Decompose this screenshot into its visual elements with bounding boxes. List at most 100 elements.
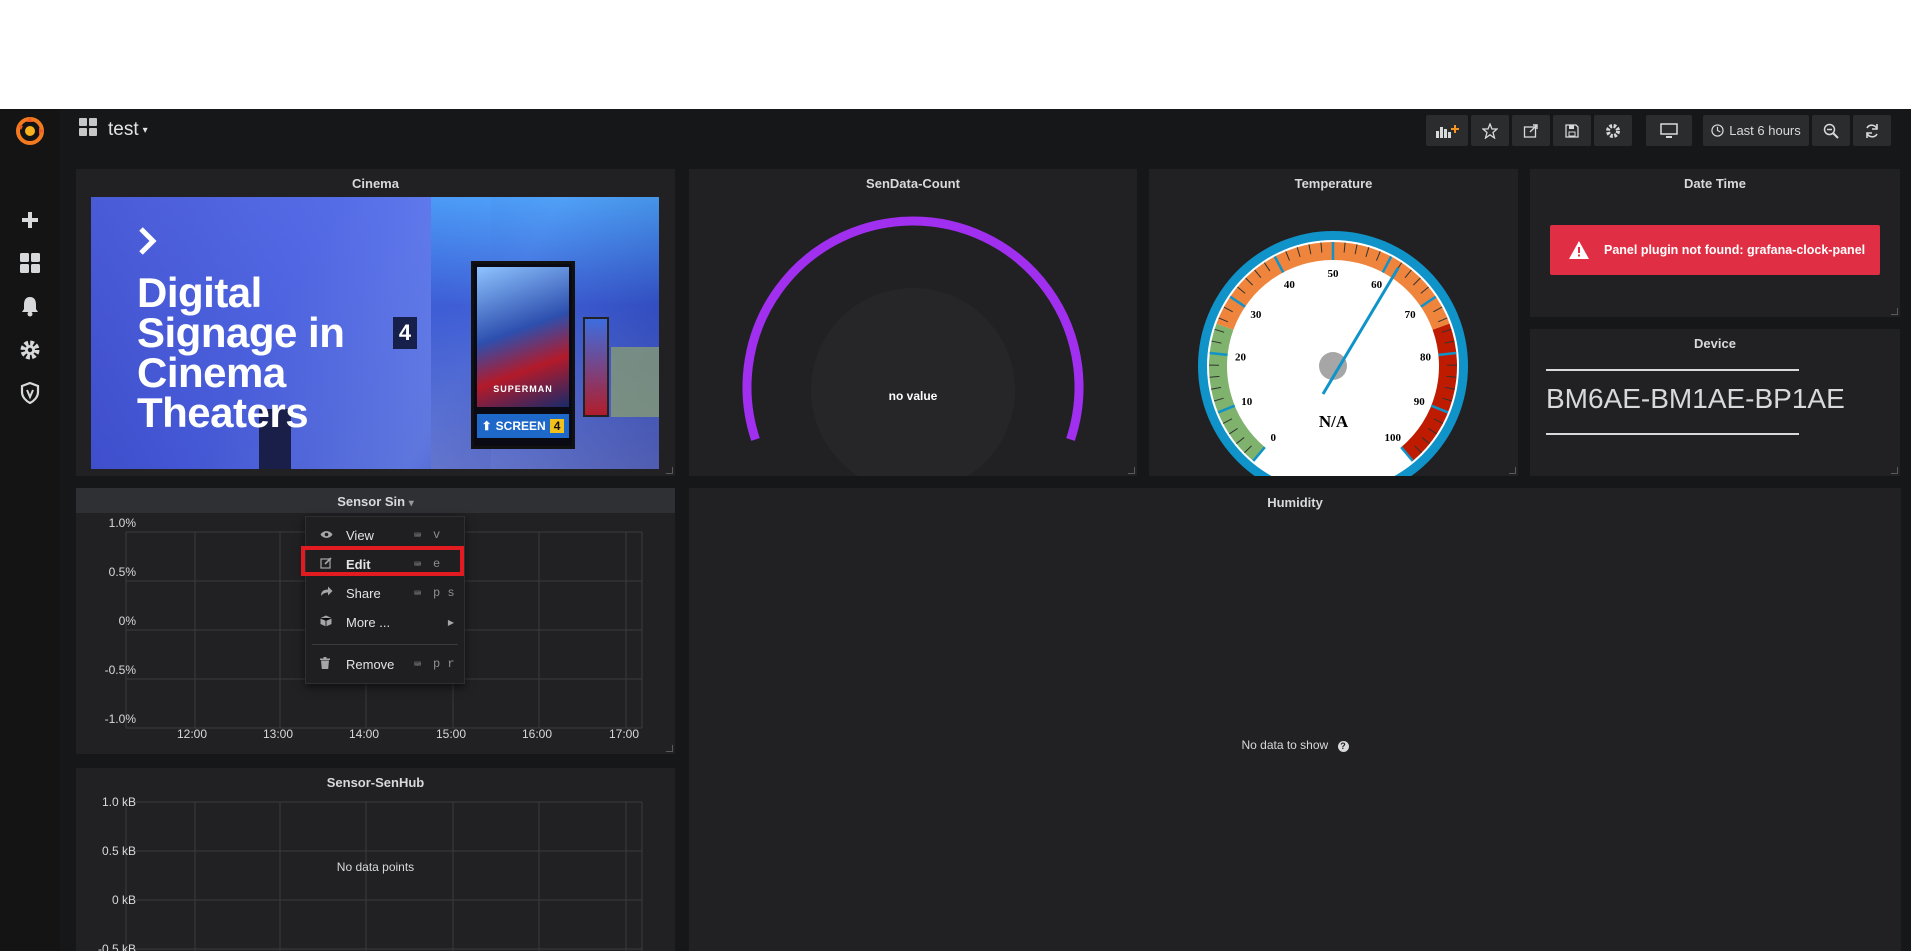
panel-sendata-count[interactable]: SenData-Count no value xyxy=(689,169,1137,476)
menu-item-share[interactable]: Share ⌨ p s xyxy=(306,580,464,606)
poster-title: SUPERMAN xyxy=(493,384,553,394)
resize-handle[interactable] xyxy=(666,745,673,752)
panel-context-menu: View ⌨ v Edit ⌨ e Share ⌨ p s More ... ▶ xyxy=(305,516,465,684)
dashboard-picker[interactable]: test ▾ xyxy=(78,117,148,143)
keyboard-icon: ⌨ xyxy=(414,657,422,672)
dashboards-icon[interactable] xyxy=(15,248,45,278)
y-tick: -1.0% xyxy=(104,712,136,726)
edit-highlight-box xyxy=(301,546,464,576)
settings-button[interactable] xyxy=(1594,115,1632,146)
panel-title[interactable]: Date Time xyxy=(1530,176,1900,191)
dial-label: 90 xyxy=(1414,396,1426,408)
monitor-icon xyxy=(1660,122,1678,138)
empty-state-text: No data to show xyxy=(1241,738,1329,752)
gauge-value: no value xyxy=(888,389,938,403)
gear-icon xyxy=(1606,123,1620,138)
dial-label: 80 xyxy=(1420,351,1432,363)
gauge xyxy=(742,216,1084,476)
panel-title[interactable]: Device xyxy=(1530,336,1900,351)
x-tick: 14:00 xyxy=(349,727,380,741)
zoom-out-icon xyxy=(1823,123,1839,139)
dial-label: 30 xyxy=(1250,309,1262,321)
keyboard-icon: ⌨ xyxy=(414,586,422,601)
y-tick: -0.5% xyxy=(104,663,136,677)
dial-label: 0 xyxy=(1270,432,1276,444)
star-icon xyxy=(1482,122,1498,139)
dial-label: 10 xyxy=(1241,396,1253,408)
refresh-icon xyxy=(1866,123,1878,138)
panel-title[interactable]: Cinema xyxy=(76,176,675,191)
submenu-arrow-icon: ▶ xyxy=(447,617,454,627)
y-tick: 0 kB xyxy=(111,893,136,907)
share-icon xyxy=(1523,123,1538,138)
y-tick: -0.5 kB xyxy=(97,942,136,951)
plus-icon[interactable] xyxy=(15,205,45,235)
y-tick: 1.0 kB xyxy=(101,795,136,809)
eye-icon xyxy=(320,528,333,542)
panel-humidity[interactable]: Humidity No data to show ? xyxy=(689,488,1901,951)
bell-icon[interactable] xyxy=(15,291,45,321)
warning-icon xyxy=(1569,241,1589,259)
panel-temperature[interactable]: Temperature 0 10 20 30 40 50 60 70 80 90 100 N/A xyxy=(1149,169,1518,476)
menu-item-remove[interactable]: Remove ⌨ p r xyxy=(306,651,464,677)
dashboard-title: test xyxy=(108,119,139,140)
add-panel-button[interactable] xyxy=(1426,115,1468,146)
panel-title[interactable]: Humidity xyxy=(689,495,1901,510)
cinema-image: Digital Signage in Cinema Theaters 4 SUP… xyxy=(91,197,659,469)
panel-date-time[interactable]: Date Time Panel plugin not found: grafan… xyxy=(1530,169,1900,317)
divider xyxy=(1546,433,1799,435)
help-icon[interactable]: ? xyxy=(1337,741,1349,752)
add-panel-icon xyxy=(1436,124,1459,138)
resize-handle[interactable] xyxy=(1128,467,1135,474)
y-tick: 1.0% xyxy=(108,516,136,530)
plugin-error-text: Panel plugin not found: grafana-clock-pa… xyxy=(1604,243,1866,257)
keyboard-icon: ⌨ xyxy=(414,528,422,543)
menu-item-view[interactable]: View ⌨ v xyxy=(306,522,464,548)
menu-divider xyxy=(312,644,458,645)
grafana-logo-icon[interactable] xyxy=(12,113,48,149)
share-dashboard-button[interactable] xyxy=(1512,115,1550,146)
clock-icon xyxy=(1711,124,1724,137)
wall-number: 4 xyxy=(393,317,417,349)
grafana-app: test ▾ Last 6 hours Cinema Digital Signa… xyxy=(0,109,1911,951)
plugin-error-alert: Panel plugin not found: grafana-clock-pa… xyxy=(1550,225,1880,275)
resize-handle[interactable] xyxy=(1891,467,1898,474)
star-button[interactable] xyxy=(1471,115,1509,146)
resize-handle[interactable] xyxy=(666,467,673,474)
movie-poster: SUPERMAN ⬆ SCREEN 4 xyxy=(471,261,575,449)
empty-state: No data to show ? xyxy=(689,738,1901,752)
refresh-button[interactable] xyxy=(1853,115,1891,146)
y-tick: 0.5 kB xyxy=(101,844,136,858)
panel-cinema[interactable]: Cinema Digital Signage in Cinema Theater… xyxy=(76,169,675,476)
time-range-picker[interactable]: Last 6 hours xyxy=(1703,115,1809,146)
device-value: BM6AE-BM1AE-BP1AE xyxy=(1546,383,1845,414)
tv-mode-button[interactable] xyxy=(1646,115,1692,146)
panel-sensor-senhub[interactable]: Sensor-SenHub 1.0 kB 0.5 kB 0 kB -0.5 kB… xyxy=(76,768,675,951)
side-menu xyxy=(0,109,60,951)
empty-state-text: No data points xyxy=(336,860,415,874)
resize-handle[interactable] xyxy=(1509,467,1516,474)
x-tick: 15:00 xyxy=(436,727,467,741)
cube-icon xyxy=(320,615,332,630)
menu-item-more[interactable]: More ... ▶ xyxy=(306,609,464,635)
gear-icon[interactable] xyxy=(15,335,45,365)
y-tick: 0% xyxy=(118,614,136,628)
dial-label: 40 xyxy=(1284,279,1296,291)
y-tick: 0.5% xyxy=(108,565,136,579)
x-tick: 13:00 xyxy=(263,727,294,741)
dial-label: 100 xyxy=(1385,432,1402,444)
panel-device[interactable]: Device BM6AE-BM1AE-BP1AE xyxy=(1530,329,1900,476)
chevron-right-icon xyxy=(139,227,157,255)
caret-down-icon: ▾ xyxy=(142,124,148,136)
trash-icon xyxy=(320,656,330,672)
resize-handle[interactable] xyxy=(1891,308,1898,315)
divider xyxy=(1546,369,1799,371)
dial-label: 70 xyxy=(1405,309,1417,321)
zoom-out-button[interactable] xyxy=(1812,115,1850,146)
save-dashboard-button[interactable] xyxy=(1553,115,1591,146)
time-range-label: Last 6 hours xyxy=(1729,123,1801,138)
shield-icon[interactable] xyxy=(15,378,45,408)
dashboards-icon xyxy=(78,117,98,143)
dial-value: N/A xyxy=(1318,412,1349,431)
screen-sign: ⬆ SCREEN 4 xyxy=(477,414,569,438)
